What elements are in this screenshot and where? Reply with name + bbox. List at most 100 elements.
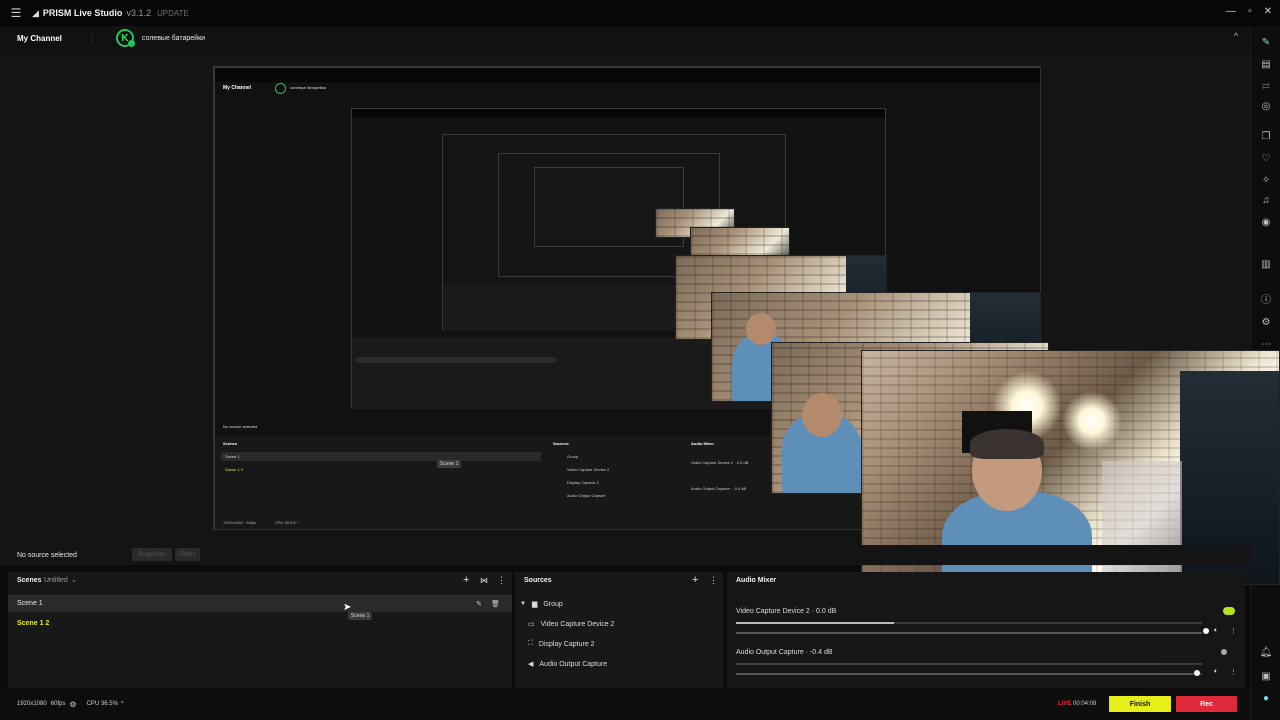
cpu-label: CPU 36.5% xyxy=(86,701,118,707)
source-more-icon[interactable]: ⋮ xyxy=(709,575,718,586)
mini-tooltip: Scene 1 xyxy=(437,460,462,468)
mute-icon[interactable]: 🔈︎ xyxy=(1214,627,1218,635)
window-controls: — ▫ ✕ xyxy=(1226,6,1272,17)
scene-item-1[interactable]: Scene 1 ✎ 🗑︎ xyxy=(8,595,512,612)
add-scene-icon[interactable]: + xyxy=(463,574,469,586)
resolution-label: 1920x1080 xyxy=(17,701,47,707)
channel-title: My Channel xyxy=(17,33,62,43)
channel-avatar[interactable]: K xyxy=(115,29,135,47)
close-button[interactable]: ✕ xyxy=(1264,6,1272,17)
sources-dock: Sources + ⋮ ▼ ▆ Group ▭ Video Capture De… xyxy=(515,572,723,688)
chevron-up-icon[interactable]: ^ xyxy=(121,701,124,707)
edit-icon[interactable]: ✎ xyxy=(476,600,482,608)
settings-icon[interactable]: ⚙ xyxy=(1259,316,1273,330)
no-source-label: No source selected xyxy=(17,551,77,559)
sticker-icon[interactable]: ✧ xyxy=(1259,174,1273,188)
mini-avatar xyxy=(275,83,286,94)
mini-account-name: солевые батарейки xyxy=(290,85,327,90)
scene-tooltip: Scene 1 xyxy=(348,612,373,620)
mixer-channel-1-toggle[interactable] xyxy=(1223,607,1235,615)
video-icon: ▭ xyxy=(528,621,535,628)
mini-scene1: Scene 1 xyxy=(225,454,240,459)
info-icon[interactable]: ⓘ xyxy=(1259,294,1273,308)
layout-icon[interactable]: ▤ xyxy=(1259,58,1273,72)
mini-src2: Display Capture 2 xyxy=(567,480,599,485)
mixer-more-icon[interactable]: ⋮ xyxy=(1230,627,1237,635)
live-timer: 00:04:08 xyxy=(1073,701,1097,707)
source-properties-bar: No source selected Properties Filters xyxy=(0,545,1250,565)
mixer-more-icon-2[interactable]: ⋮ xyxy=(1230,668,1237,676)
status-bar: 1920x1080 60fps ⚙ CPU 36.5% ^ LIVE 00:04… xyxy=(0,690,1250,718)
filters-button[interactable]: Filters xyxy=(175,548,200,561)
source-video-capture-label: Video Capture Device 2 xyxy=(540,620,615,628)
source-display-capture-label: Display Capture 2 xyxy=(538,640,595,648)
prism-logo-icon: ◢ xyxy=(32,7,39,18)
mini-channel-title: My Channel xyxy=(223,85,252,91)
fps-label: 60fps xyxy=(50,701,66,707)
scenes-dock: Scenes Untitled ⌄ + ⋈ ⋮ Scene 1 ✎ 🗑︎ Sce… xyxy=(8,572,512,688)
minimize-button[interactable]: — xyxy=(1226,6,1236,17)
avatar-letter: K xyxy=(121,32,129,44)
folder-icon: ▆ xyxy=(531,601,538,608)
video-icon[interactable]: ▣ xyxy=(1259,670,1273,684)
mute-icon-2[interactable]: 🔈︎ xyxy=(1214,668,1218,676)
scene-collection-dropdown[interactable]: Untitled xyxy=(44,577,68,584)
copy-icon[interactable]: ❐ xyxy=(1259,130,1273,144)
live-badge: LIVE xyxy=(1058,701,1072,707)
notification-icon[interactable]: 🔔︎ xyxy=(1259,646,1273,660)
assistant-icon[interactable]: ● xyxy=(1259,692,1273,706)
mini-scene2: Scene 1 2 xyxy=(225,467,244,472)
app-name: PRISM Live Studio xyxy=(42,8,123,18)
share-icon[interactable]: ⇄ xyxy=(1259,80,1273,94)
maximize-button[interactable]: ▫ xyxy=(1248,6,1252,17)
scenes-title: Scenes xyxy=(17,577,42,584)
source-display-capture[interactable]: ⛶ Display Capture 2 xyxy=(528,636,595,652)
source-group[interactable]: ▼ ▆ Group xyxy=(520,596,563,612)
chat-icon[interactable]: ◎ xyxy=(1259,100,1273,114)
mini-sources: Sources xyxy=(553,441,569,446)
add-source-icon[interactable]: + xyxy=(692,574,698,586)
display-icon: ⛶ xyxy=(528,640,533,647)
finish-button[interactable]: Finish xyxy=(1109,696,1171,712)
chevron-down-icon[interactable]: ⌄ xyxy=(71,576,77,584)
scene-item-1-label: Scene 1 xyxy=(17,600,43,607)
source-group-label: Group xyxy=(543,600,563,608)
audio-mixer-dock: Audio Mixer Video Capture Device 2 · 0.0… xyxy=(727,572,1245,688)
audio-mixer-title: Audio Mixer xyxy=(736,577,777,584)
update-link[interactable]: UPDATE xyxy=(157,9,189,18)
mini-mixer: Audio Mixer xyxy=(691,441,714,446)
rec-button[interactable]: Rec xyxy=(1176,696,1237,712)
collapse-icon[interactable]: ^ xyxy=(1234,31,1238,41)
mixer-channel-2-meter xyxy=(736,663,1202,665)
music-icon[interactable]: ♫ xyxy=(1259,194,1273,208)
settings-gear-icon[interactable]: ⚙ xyxy=(69,700,76,709)
delete-icon[interactable]: 🗑︎ xyxy=(491,600,500,608)
source-audio-output[interactable]: ◀ Audio Output Capture xyxy=(528,656,607,672)
mixer-channel-2-label: Audio Output Capture · -0.4 dB xyxy=(736,649,833,656)
preview-area[interactable]: My Channel солевые батарейки No source s… xyxy=(0,50,1280,585)
channel-bar: My Channel ⋮ K солевые батарейки ^ xyxy=(0,26,1250,50)
camera-icon[interactable]: ◉ xyxy=(1259,216,1273,230)
mini-scenes: Scenes xyxy=(223,441,238,446)
title-bar: ☰ ◢ PRISM Live Studio v3.1.2 UPDATE — ▫ … xyxy=(0,0,1280,26)
mixer-channel-1-knob[interactable] xyxy=(1203,628,1209,634)
separator: ⋮ xyxy=(87,33,96,43)
transition-icon[interactable]: ⋈ xyxy=(480,576,488,585)
heart-icon[interactable]: ♡ xyxy=(1259,152,1273,166)
scene-more-icon[interactable]: ⋮ xyxy=(497,575,506,586)
properties-button[interactable]: Properties xyxy=(132,548,172,561)
mixer-channel-2-knob[interactable] xyxy=(1194,670,1200,676)
channel-account-name[interactable]: солевые батарейки xyxy=(142,35,205,42)
mixer-channel-2-toggle[interactable] xyxy=(1221,649,1227,655)
mini-mix2: Audio Output Capture · -0.4 dB xyxy=(691,486,747,491)
source-video-capture[interactable]: ▭ Video Capture Device 2 xyxy=(528,616,614,632)
mixer-channel-1-volume[interactable] xyxy=(736,632,1202,634)
mini-src3: Audio Output Capture xyxy=(567,493,606,498)
scene-item-2[interactable]: Scene 1 2 xyxy=(8,615,512,632)
hamburger-icon[interactable]: ☰ xyxy=(0,6,32,20)
sources-title: Sources xyxy=(524,577,552,584)
mixer-channel-2-volume[interactable] xyxy=(736,673,1202,675)
trash-icon[interactable]: ▥ xyxy=(1259,258,1273,272)
chat-beauty-icon[interactable]: ✎ xyxy=(1259,36,1273,50)
expand-icon[interactable]: ▼ xyxy=(520,601,526,607)
